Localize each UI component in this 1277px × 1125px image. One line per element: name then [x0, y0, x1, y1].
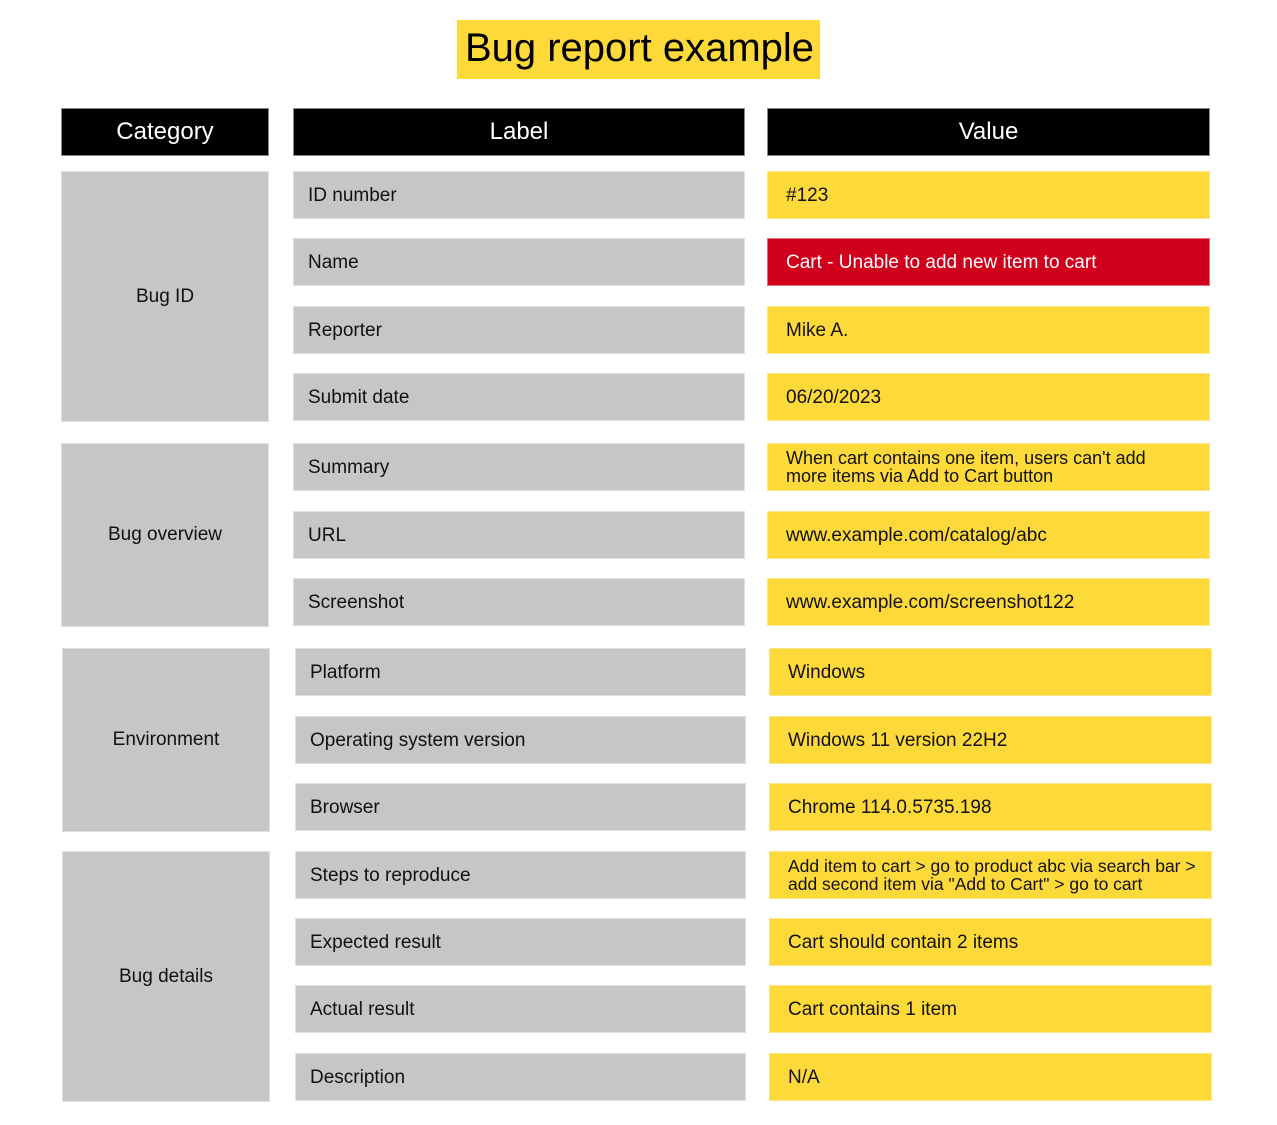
label-cell: Steps to reproduce [295, 851, 746, 899]
value-cell: N/A [769, 1053, 1212, 1101]
label-cell: URL [293, 511, 745, 559]
label-cell: Name [293, 238, 745, 286]
value-cell: Add item to cart > go to product abc via… [769, 851, 1212, 899]
label-cell: Operating system version [295, 716, 746, 764]
value-cell: www.example.com/screenshot122 [767, 578, 1210, 626]
value-cell: 06/20/2023 [767, 373, 1210, 421]
category-environment: Environment [62, 648, 270, 832]
page-title: Bug report example [456, 20, 821, 79]
label-cell: Reporter [293, 306, 745, 354]
value-cell: #123 [767, 171, 1210, 219]
title-container: Bug report example [0, 20, 1277, 79]
header-value: Value [767, 108, 1210, 156]
label-cell: Screenshot [293, 578, 745, 626]
value-cell: When cart contains one item, users can't… [767, 443, 1210, 491]
label-cell: Summary [293, 443, 745, 491]
label-cell: Submit date [293, 373, 745, 421]
value-cell: Chrome 114.0.5735.198 [769, 783, 1212, 831]
value-cell: www.example.com/catalog/abc [767, 511, 1210, 559]
header-category: Category [61, 108, 269, 156]
value-cell: Cart should contain 2 items [769, 918, 1212, 966]
value-cell: Windows [769, 648, 1212, 696]
header-label: Label [293, 108, 745, 156]
label-cell: Browser [295, 783, 746, 831]
label-cell: Platform [295, 648, 746, 696]
label-cell: Description [295, 1053, 746, 1101]
category-bug-overview: Bug overview [61, 443, 269, 627]
category-bug-details: Bug details [62, 851, 270, 1102]
label-cell: Expected result [295, 918, 746, 966]
category-bug-id: Bug ID [61, 171, 269, 422]
value-cell-highlighted: Cart - Unable to add new item to cart [767, 238, 1210, 286]
value-cell: Windows 11 version 22H2 [769, 716, 1212, 764]
label-cell: ID number [293, 171, 745, 219]
value-cell: Cart contains 1 item [769, 985, 1212, 1033]
label-cell: Actual result [295, 985, 746, 1033]
value-cell: Mike A. [767, 306, 1210, 354]
